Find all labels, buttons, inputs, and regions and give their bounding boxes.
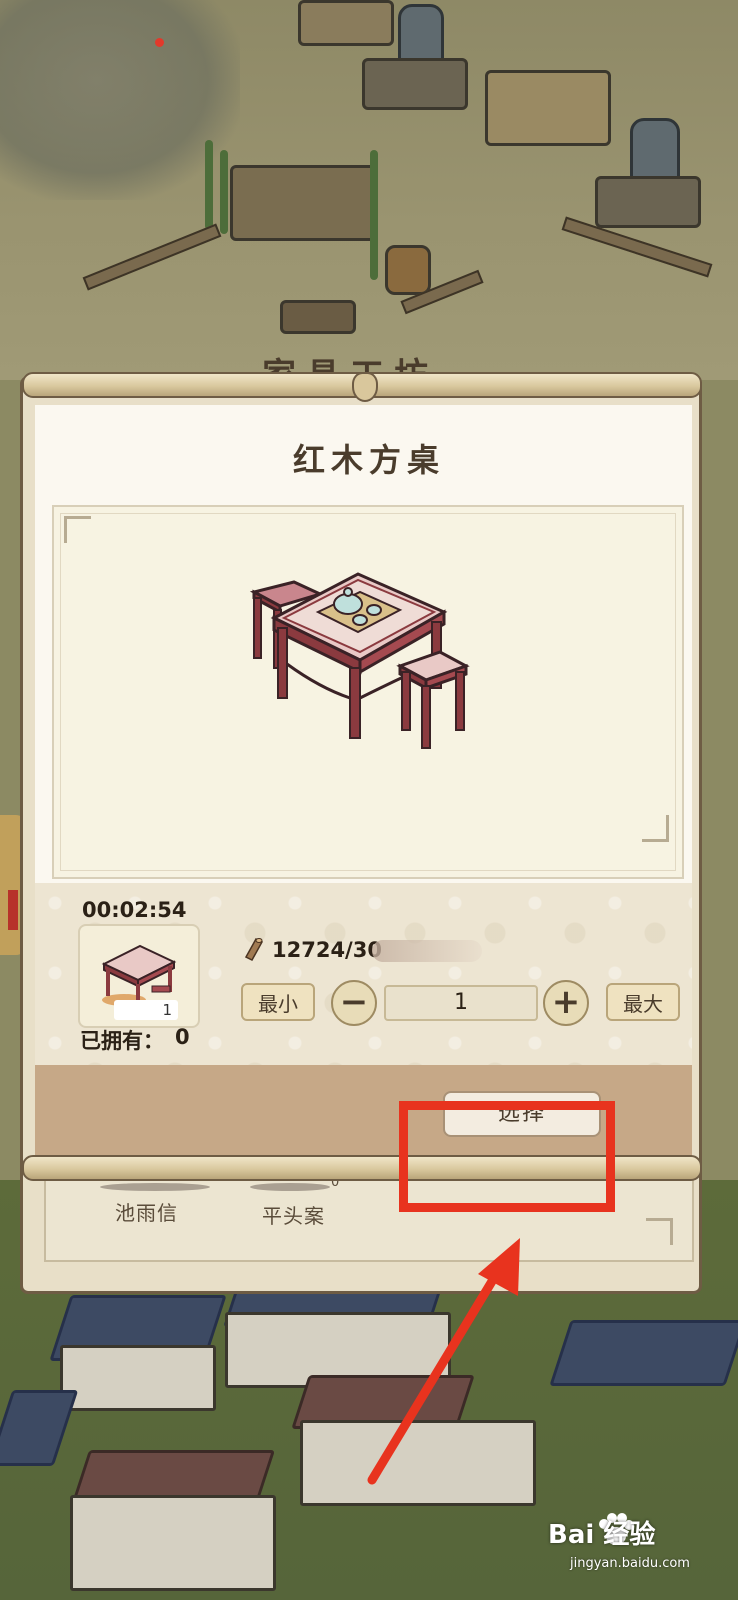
thumbnail-quantity: 1 [114, 1000, 178, 1020]
bamboo [370, 150, 378, 280]
house-wall[interactable] [60, 1345, 216, 1411]
notification-dot [155, 38, 164, 47]
stone-patch [0, 0, 240, 200]
bamboo [220, 150, 228, 234]
barrel[interactable] [385, 245, 431, 295]
owned-value: 0 [175, 1025, 190, 1049]
craft-timer: 00:02:54 [82, 898, 187, 922]
roof [549, 1320, 738, 1386]
watermark-brand: Bai 经验 [548, 1520, 656, 1550]
workbench[interactable] [280, 300, 356, 334]
quantity-field[interactable]: 1 [384, 985, 538, 1021]
minus-button[interactable]: − [331, 980, 377, 1026]
side-tassel [8, 890, 18, 930]
kiln-left[interactable] [362, 58, 468, 110]
market-stall[interactable] [485, 70, 611, 146]
owned-label: 已拥有： [80, 1029, 164, 1053]
scroll-knot [352, 372, 378, 402]
plus-button[interactable]: + [543, 980, 589, 1026]
min-button[interactable]: 最小 [241, 983, 315, 1021]
list-item-icon [100, 1183, 210, 1191]
bamboo [205, 140, 213, 230]
max-button[interactable]: 最大 [606, 983, 680, 1021]
red-arrow [367, 1238, 520, 1485]
house-wall[interactable] [70, 1495, 276, 1591]
shed-top[interactable] [298, 0, 394, 46]
resource-amount: 12724/30 [272, 938, 382, 962]
item-title: 红木方桌 [292, 441, 445, 479]
list-item-icon [250, 1183, 330, 1191]
list-item-name[interactable]: 池雨信 [115, 1197, 178, 1226]
mahogany-table-image [249, 572, 470, 749]
corner-ornament [646, 1218, 673, 1245]
shed-left[interactable] [230, 165, 376, 241]
resource-blurred [372, 940, 482, 962]
corner-ornament [64, 516, 91, 543]
corner-ornament [642, 815, 669, 842]
list-item-name[interactable]: 平头案 [262, 1200, 325, 1229]
watermark-url: jingyan.baidu.com [570, 1556, 690, 1571]
highlight-box [399, 1101, 615, 1212]
wood-log-icon [244, 938, 264, 961]
kiln-right[interactable] [595, 176, 701, 228]
